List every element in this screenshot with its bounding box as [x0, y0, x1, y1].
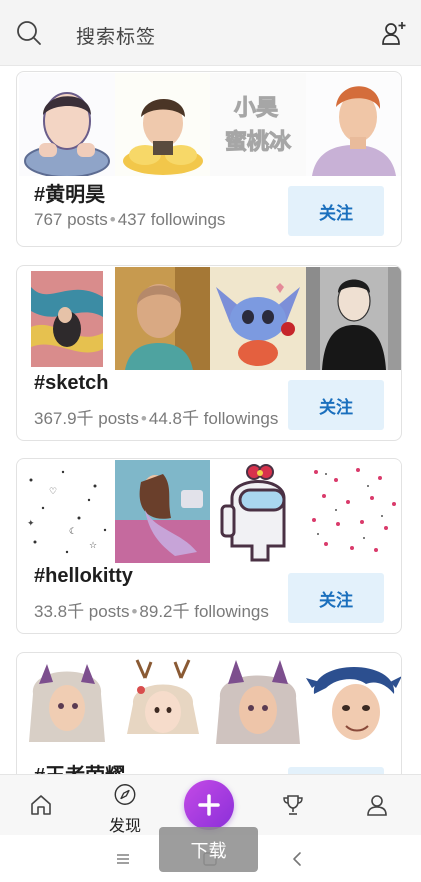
- trophy-icon: [283, 795, 303, 815]
- thumbnail-image[interactable]: [305, 73, 401, 176]
- thumbnail-row: [19, 654, 401, 757]
- menu-icon[interactable]: [113, 849, 133, 869]
- thumbnail-image[interactable]: [114, 267, 210, 370]
- followings-count: 437 followings: [117, 210, 226, 229]
- tag-title[interactable]: #王者荣耀: [34, 759, 125, 774]
- thumbnail-row: [19, 267, 401, 370]
- search-input[interactable]: 搜索标签: [76, 22, 156, 49]
- top-search-bar: 搜索标签: [0, 0, 421, 66]
- thumbnail-image[interactable]: [19, 267, 115, 370]
- follow-button[interactable]: 关注: [288, 767, 384, 774]
- thumbnail-image[interactable]: [114, 460, 210, 563]
- tab-ranking[interactable]: [263, 775, 323, 836]
- followings-count: 44.8千 followings: [148, 409, 279, 428]
- home-icon: [31, 795, 51, 815]
- thumbnail-row: 小昊 蜜桃冰: [19, 73, 401, 176]
- stats-separator: •: [131, 602, 138, 621]
- tag-title[interactable]: #黄明昊: [34, 178, 105, 207]
- create-post-button[interactable]: [184, 780, 234, 830]
- follow-button[interactable]: 关注: [288, 186, 384, 236]
- svg-text:☆: ☆: [89, 541, 97, 551]
- thumbnail-image[interactable]: [210, 654, 306, 757]
- svg-text:蜜桃冰: 蜜桃冰: [225, 129, 292, 155]
- thumbnail-row: ♡ ☆ ✦ ☾: [19, 460, 401, 563]
- thumbnail-image[interactable]: [210, 460, 306, 563]
- thumbnail-image[interactable]: ♡ ☆ ✦ ☾: [19, 460, 115, 563]
- tag-feed[interactable]: 小昊 蜜桃冰 #黄明昊 767 posts • 437 followings 关注: [0, 66, 421, 774]
- stats-separator: •: [140, 409, 147, 428]
- plus-icon: [198, 794, 220, 816]
- thumbnail-image[interactable]: 小昊 蜜桃冰: [210, 73, 306, 176]
- search-icon[interactable]: [16, 20, 42, 46]
- thumbnail-image[interactable]: [210, 267, 306, 370]
- follow-button[interactable]: 关注: [288, 380, 384, 430]
- tab-label-discover: 发现: [108, 818, 141, 835]
- back-icon[interactable]: [288, 849, 308, 869]
- follow-button[interactable]: 关注: [288, 573, 384, 623]
- compass-icon: [114, 784, 136, 805]
- tab-home[interactable]: [11, 775, 71, 836]
- followings-count: 89.2千 followings: [139, 602, 269, 621]
- add-user-icon[interactable]: [381, 20, 407, 46]
- tag-title[interactable]: #hellokitty: [34, 565, 133, 588]
- svg-text:♡: ♡: [49, 487, 57, 497]
- profile-icon: [367, 795, 387, 816]
- svg-text:小昊: 小昊: [234, 96, 278, 121]
- svg-text:✦: ✦: [27, 519, 35, 529]
- thumbnail-image[interactable]: [305, 267, 401, 370]
- thumbnail-image[interactable]: [19, 73, 115, 176]
- tag-stats: 33.8千 posts • 89.2千 followings: [34, 597, 269, 622]
- tag-title[interactable]: #sketch: [34, 372, 109, 395]
- stats-separator: •: [109, 210, 116, 229]
- tag-card[interactable]: #王者荣耀 关注: [16, 652, 402, 774]
- download-toast: 下载: [159, 827, 258, 872]
- svg-text:☾: ☾: [69, 527, 77, 537]
- thumbnail-image[interactable]: [305, 654, 401, 757]
- posts-count: 33.8千 posts: [34, 602, 130, 621]
- tag-card[interactable]: #sketch 367.9千 posts • 44.8千 followings 关注: [16, 265, 402, 441]
- thumbnail-image[interactable]: [19, 654, 115, 757]
- posts-count: 367.9千 posts: [34, 409, 139, 428]
- tag-stats: 367.9千 posts • 44.8千 followings: [34, 404, 278, 429]
- tag-card[interactable]: ♡ ☆ ✦ ☾ #hellokitty 33.8千 posts • 89.2千 …: [16, 458, 402, 634]
- tag-stats: 767 posts • 437 followings: [34, 210, 225, 230]
- thumbnail-image[interactable]: [114, 73, 210, 176]
- thumbnail-image[interactable]: [305, 460, 401, 563]
- tab-discover[interactable]: 发现: [95, 775, 155, 836]
- thumbnail-image[interactable]: [114, 654, 210, 757]
- tab-profile[interactable]: [347, 775, 407, 836]
- posts-count: 767 posts: [34, 210, 108, 229]
- tag-card[interactable]: 小昊 蜜桃冰 #黄明昊 767 posts • 437 followings 关注: [16, 71, 402, 247]
